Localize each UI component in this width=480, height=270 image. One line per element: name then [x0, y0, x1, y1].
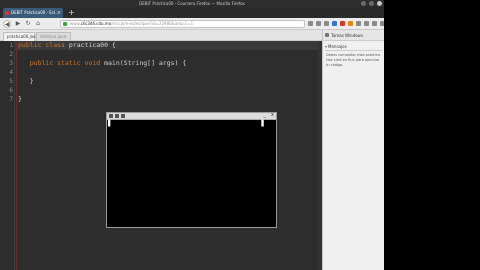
bookmark-icon[interactable]: [308, 21, 313, 26]
line-number: 7: [9, 96, 13, 103]
extension-icon[interactable]: [372, 21, 377, 26]
code-line[interactable]: public class practica00 {: [18, 41, 116, 50]
line-number: 3: [9, 60, 13, 67]
window-controls: [361, 1, 382, 6]
address-bar[interactable]: www.clic3d4.cdu.mx/e/ccpl/e-ed/eclipse?i…: [60, 20, 305, 28]
code-text: main(String[] args) {: [104, 59, 187, 67]
tasks-icon: [325, 33, 329, 37]
side-panel-header: Tareas Windows: [323, 30, 384, 41]
line-number-gutter: 1 2 3 4 5 6 7: [0, 41, 15, 270]
collapse-arrow-icon[interactable]: ▾: [325, 44, 327, 49]
minimize-window-button[interactable]: [361, 1, 366, 6]
side-panel-tab[interactable]: Tareas Windows: [331, 32, 363, 39]
extension-icon[interactable]: [356, 21, 361, 26]
text-cursor-icon: ▌: [108, 120, 113, 127]
code-text: }: [18, 77, 34, 85]
url-path: /e/ccpl/e-ed/eclipse?id=22986&amp;c=1: [111, 21, 194, 26]
tab-close-icon[interactable]: ×: [57, 8, 61, 18]
favicon-icon: [5, 11, 9, 15]
file-tab-ventana[interactable]: Ventana.java: [36, 32, 71, 41]
reload-button[interactable]: ↻: [24, 20, 32, 28]
messages-section-header[interactable]: ▾Mensajes: [325, 43, 382, 51]
output-close-icon[interactable]: x: [271, 112, 274, 118]
editor-file-tabs: práctica00.java Ventana.java: [0, 30, 322, 41]
message-text: Debes completar esta práctica. Haz click…: [326, 53, 381, 67]
line-number: 6: [9, 87, 13, 94]
gutter-marker: [16, 41, 17, 270]
extension-orange-icon[interactable]: [348, 21, 353, 26]
line-number: 2: [9, 51, 13, 58]
browser-window: DEBIT Práctica00 - Coursera Firefox — Mo…: [0, 0, 384, 270]
download-icon[interactable]: [316, 21, 321, 26]
screen: DEBIT Práctica00 - Coursera Firefox — Mo…: [0, 0, 480, 270]
line-number: 5: [9, 78, 13, 85]
output-minimize-icon[interactable]: _: [264, 112, 267, 118]
code-text: practica00 {: [68, 41, 116, 49]
back-button[interactable]: ◀: [3, 20, 11, 28]
library-icon[interactable]: [324, 21, 329, 26]
code-keyword: public class: [18, 41, 69, 49]
java-icon: [109, 114, 113, 118]
url-prefix: www.: [70, 21, 81, 26]
code-line[interactable]: public static void main(String[] args) {: [18, 59, 187, 68]
extension-red-icon[interactable]: [340, 21, 345, 26]
close-window-button[interactable]: [377, 1, 382, 6]
line-number: 4: [9, 69, 13, 76]
new-tab-button[interactable]: +: [68, 7, 75, 18]
file-tab-practica00[interactable]: práctica00.java: [3, 32, 38, 41]
home-button[interactable]: ⌂: [34, 20, 42, 28]
extension-icon[interactable]: [364, 21, 369, 26]
maximize-window-button[interactable]: [369, 1, 374, 6]
url-host: clic3d4.cdu.mx: [80, 21, 112, 26]
code-keyword: public static void: [29, 59, 105, 67]
tab-title: DEBIT Práctica00 - Ecl...: [11, 10, 59, 15]
output-window-titlebar[interactable]: _ x: [107, 112, 276, 120]
pin-icon[interactable]: [121, 114, 125, 118]
lock-icon: [63, 22, 67, 26]
messages-label: Mensajes: [328, 44, 347, 49]
code-line[interactable]: }: [18, 95, 22, 104]
text-cursor-icon: ▌: [261, 120, 266, 127]
forward-button[interactable]: ▶: [14, 20, 22, 28]
program-output-window[interactable]: _ x ▌ ▌: [106, 112, 277, 228]
side-panel: Tareas Windows ▾Mensajes Debes completar…: [322, 30, 384, 270]
navigation-bar: ◀ ▶ ↻ ⌂ www.clic3d4.cdu.mx/e/ccpl/e-ed/e…: [0, 18, 384, 30]
toolbar-icons: [308, 21, 384, 26]
tab-strip: DEBIT Práctica00 - Ecl... × +: [0, 7, 384, 18]
line-number: 1: [9, 42, 13, 49]
code-line[interactable]: }: [18, 77, 34, 86]
code-text: }: [18, 95, 22, 103]
window-title: DEBIT Práctica00 - Coursera Firefox — Mo…: [139, 1, 245, 6]
sync-icon[interactable]: [332, 21, 337, 26]
browser-tab-active[interactable]: DEBIT Práctica00 - Ecl... ×: [3, 8, 63, 18]
menu-icon[interactable]: [380, 21, 384, 26]
window-titlebar[interactable]: DEBIT Práctica00 - Coursera Firefox — Mo…: [0, 0, 384, 7]
window-menu-icon[interactable]: [115, 114, 119, 118]
